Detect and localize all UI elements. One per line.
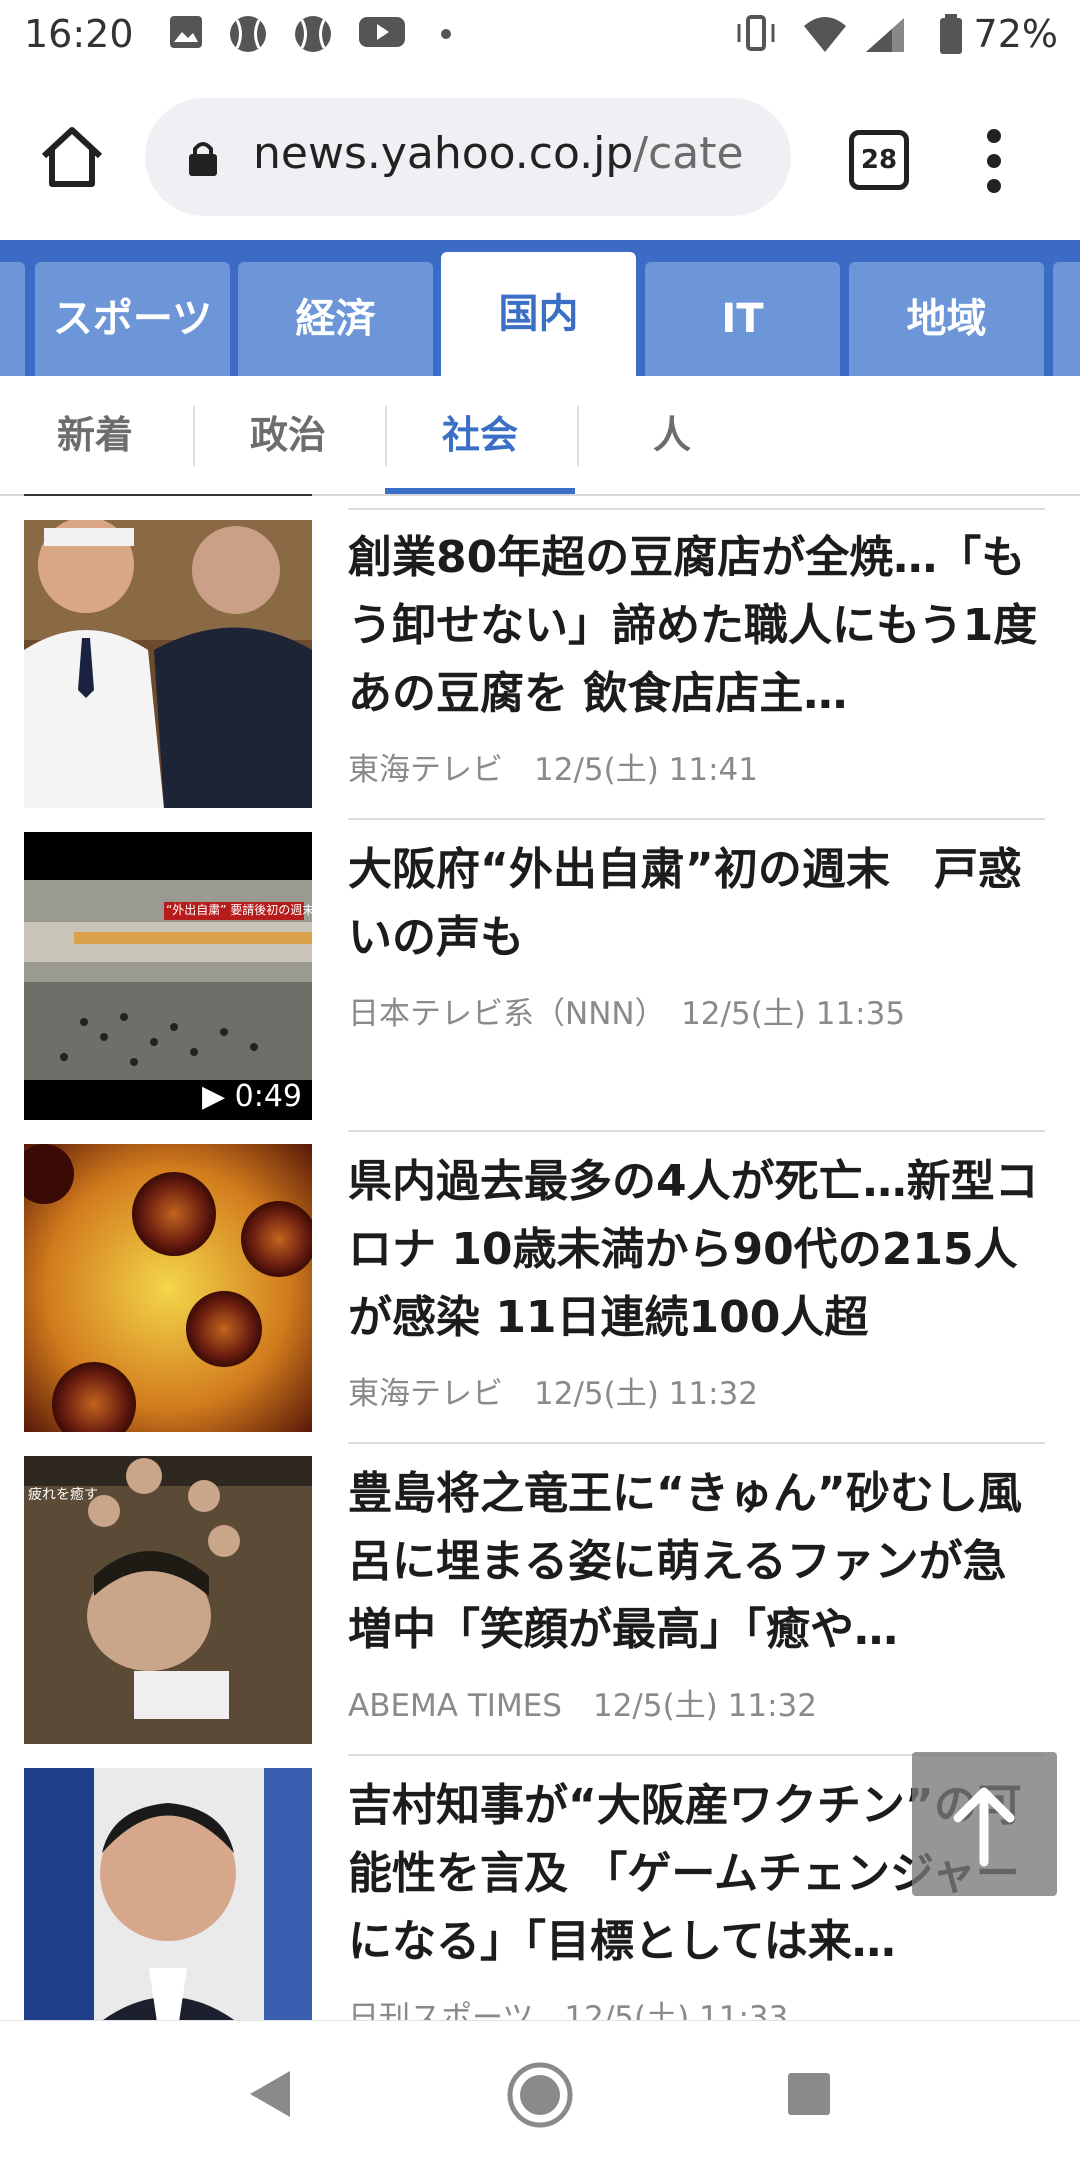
article-source: ABEMA TIMES <box>348 1688 562 1724</box>
recents-icon[interactable] <box>786 2071 832 2117</box>
category-tab-it[interactable]: IT <box>645 262 840 376</box>
article-title[interactable]: 大阪府“外出自粛”初の週末 戸惑いの声も <box>348 836 1048 972</box>
list-item[interactable]: 県内過去最多の4人が死亡…新型コロナ 10歳未満から90代の215人が感染 11… <box>0 1118 1080 1444</box>
article-title[interactable]: 創業80年超の豆腐店が全焼…「もう卸せない」諦めた職人にもう1度あの豆腐を 飲食… <box>348 524 1048 728</box>
system-nav-bar <box>0 2020 1080 2161</box>
browser-toolbar: news.yahoo.co.jp/cate 28 <box>0 74 1080 240</box>
category-tab-economy[interactable]: 経済 <box>238 262 433 376</box>
article-thumbnail: 疲れを癒す <box>24 1456 312 1744</box>
article-source: 東海テレビ <box>348 752 503 788</box>
article-thumbnail <box>24 1768 312 2020</box>
list-item[interactable]: “外出自粛” 要請後初の週末 ▶ 0:49 大阪府“外出自粛”初の週末 戸惑いの… <box>0 806 1080 1132</box>
arrow-up-icon <box>953 1787 1015 1867</box>
category-tab-next[interactable] <box>1053 262 1080 376</box>
url-path: /cate <box>633 128 744 179</box>
sub-tab-people[interactable]: 人 <box>577 376 767 494</box>
article-meta: 東海テレビ 12/5(土) 11:41 <box>348 744 758 789</box>
url-text: news.yahoo.co.jp/cate <box>253 128 744 179</box>
category-tabs: スポーツ 経済 国内 IT 地域 <box>0 240 1080 376</box>
video-thumbnail: “外出自粛” 要請後初の週末 ▶ 0:49 <box>24 832 312 1120</box>
category-tab-local[interactable]: 地域 <box>849 262 1044 376</box>
battery-percent: 72% <box>973 12 1058 56</box>
youtube-icon <box>359 17 405 47</box>
article-thumbnail <box>24 1144 312 1432</box>
more-menu-icon[interactable] <box>984 126 1004 196</box>
home-nav-icon[interactable] <box>506 2061 574 2129</box>
category-tab-domestic[interactable]: 国内 <box>441 252 636 376</box>
article-title[interactable]: 豊島将之竜王に“きゅん”砂むし風呂に埋まる姿に萌えるファンが急増中「笑顔が最高」… <box>348 1460 1048 1664</box>
clock: 16:20 <box>24 12 134 56</box>
baseball-icon-2 <box>295 16 331 52</box>
baseball-icon <box>230 16 266 52</box>
gallery-icon <box>170 16 202 48</box>
article-thumbnail <box>24 520 312 808</box>
article-source: 東海テレビ <box>348 1376 503 1412</box>
article-meta: 東海テレビ 12/5(土) 11:32 <box>348 1368 758 1413</box>
sub-tab-society[interactable]: 社会 <box>385 376 575 494</box>
address-bar[interactable]: news.yahoo.co.jp/cate <box>145 98 791 216</box>
wifi-icon <box>804 17 846 52</box>
category-tab-sports[interactable]: スポーツ <box>35 262 230 376</box>
sub-tab-politics[interactable]: 政治 <box>193 376 383 494</box>
url-host: news.yahoo.co.jp <box>253 128 634 179</box>
article-source: 日刊スポーツ <box>348 2000 534 2020</box>
article-time: 12/5(土) 11:41 <box>534 752 758 788</box>
category-tab-prev[interactable] <box>0 262 25 376</box>
vibrate-icon <box>737 15 775 51</box>
back-icon[interactable] <box>246 2069 292 2119</box>
thumbnail-caption: 疲れを癒す <box>28 1487 98 1503</box>
notification-dot-icon <box>441 29 451 39</box>
list-item[interactable]: 創業80年超の豆腐店が全焼…「もう卸せない」諦めた職人にもう1度あの豆腐を 飲食… <box>0 494 1080 820</box>
sub-tab-latest[interactable]: 新着 <box>0 376 190 494</box>
article-meta: 日本テレビ系（NNN） 12/5(土) 11:35 <box>348 988 905 1033</box>
scroll-to-top-button[interactable] <box>912 1752 1057 1896</box>
article-title[interactable]: 県内過去最多の4人が死亡…新型コロナ 10歳未満から90代の215人が感染 11… <box>348 1148 1048 1352</box>
article-time: 12/5(土) 11:32 <box>592 1688 817 1724</box>
cell-signal-icon <box>866 18 904 52</box>
lock-icon <box>189 142 217 176</box>
article-time: 12/5(土) 11:35 <box>681 996 906 1032</box>
thumbnail-caption: “外出自粛” 要請後初の週末 <box>166 903 312 917</box>
list-item[interactable]: 疲れを癒す 豊島将之竜王に“きゅん”砂むし風呂に埋まる姿に萌えるファンが急増中「… <box>0 1430 1080 1756</box>
article-time: 12/5(土) 11:33 <box>564 2000 789 2020</box>
article-meta: 日刊スポーツ 12/5(土) 11:33 <box>348 1992 788 2020</box>
battery-icon <box>940 14 962 54</box>
home-icon[interactable] <box>36 122 108 194</box>
status-bar: 16:20 72% <box>0 0 1080 74</box>
sub-tabs: 新着 政治 社会 人 <box>0 376 1080 496</box>
tab-switcher-button[interactable]: 28 <box>849 130 909 190</box>
article-meta: ABEMA TIMES 12/5(土) 11:32 <box>348 1680 817 1725</box>
article-source: 日本テレビ系（NNN） <box>348 996 651 1032</box>
video-duration: ▶ 0:49 <box>202 1079 302 1114</box>
article-time: 12/5(土) 11:32 <box>534 1376 758 1412</box>
